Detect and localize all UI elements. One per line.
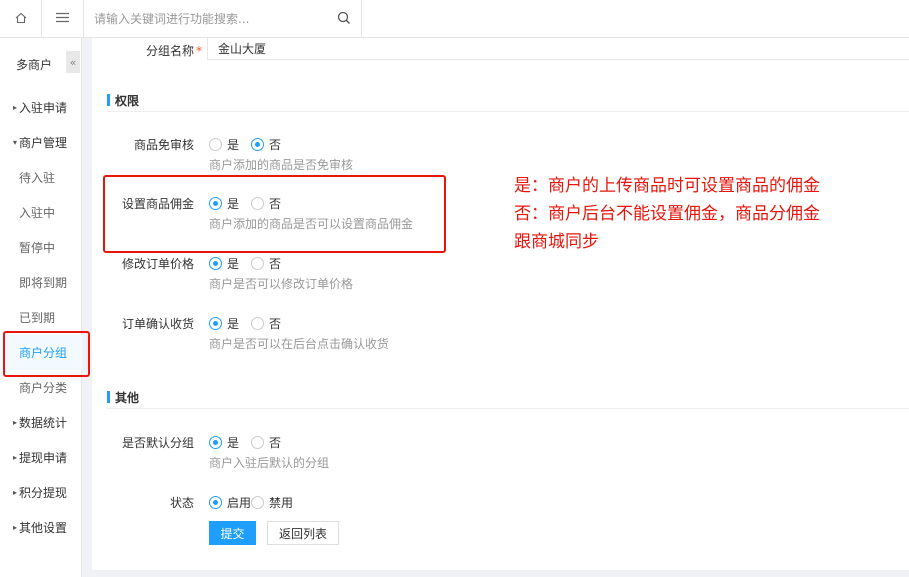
function-search	[84, 0, 362, 38]
sidebar-item-label: 数据统计	[19, 416, 68, 430]
radio-option-no[interactable]: 否	[251, 434, 281, 451]
sidebar-item[interactable]: ▾ 商户管理	[0, 125, 82, 160]
field-label: 修改订单价格	[121, 257, 194, 271]
radio-label: 否	[269, 257, 282, 271]
radio-label: 是	[227, 317, 240, 331]
section-marker	[107, 391, 110, 403]
sidebar-subitem-label: 商户分类	[19, 381, 68, 395]
highlight-merchant-group-menu	[3, 331, 90, 377]
radio-option-no[interactable]: 禁用	[251, 494, 293, 511]
annotation-line: 跟商城同步	[514, 232, 599, 252]
radio-label: 是	[227, 138, 240, 152]
caret-right-icon: ▸	[12, 418, 17, 427]
radio-option-no[interactable]: 否	[251, 255, 281, 272]
caret-right-icon: ▸	[12, 453, 17, 462]
sidebar-subitem-label: 即将到期	[19, 276, 68, 290]
section-other: 其他	[107, 389, 909, 409]
field-label: 是否默认分组	[121, 436, 194, 450]
sidebar-item-label: 积分提现	[19, 486, 68, 500]
section-title: 权限	[115, 94, 140, 108]
sidebar-item[interactable]: 已到期	[0, 300, 82, 335]
caret-right-icon: ▸	[12, 523, 17, 532]
sidebar: 多商户 « ▸ 入驻申请 ▾ 商户管理 待入驻 入驻中 暂停中 即将到期 已到期 商户分组 商户分类…	[0, 38, 82, 577]
sidebar-collapse-button[interactable]: «	[66, 51, 80, 73]
group-name-label: 分组名称 *	[145, 44, 202, 58]
home-button[interactable]	[0, 0, 42, 38]
sidebar-item-label: 提现申请	[19, 451, 68, 465]
sidebar-item[interactable]: ▸ 积分提现	[0, 475, 82, 510]
highlight-commission-field	[103, 175, 446, 253]
field-hint: 商户是否可以在后台点击确认收货	[209, 337, 390, 351]
field-label: 商品免审核	[133, 138, 194, 152]
radio-option-yes[interactable]: 启用	[209, 494, 251, 511]
radio-circle-icon	[209, 317, 222, 330]
hamburger-icon	[56, 12, 69, 26]
annotation-note: 是：商户的上传商品时可设置商品的佣金 否：商户后台不能设置佣金，商品分佣金 跟商…	[514, 172, 904, 256]
sidebar-item[interactable]: 即将到期	[0, 265, 82, 300]
section-permission: 权限	[107, 92, 909, 112]
radio-circle-icon	[251, 436, 264, 449]
radio-circle-icon	[209, 257, 222, 270]
radio-circle-icon	[251, 317, 264, 330]
annotation-line: 否：商户后台不能设置佣金，商品分佣金	[514, 204, 820, 224]
field-label: 订单确认收货	[121, 317, 194, 331]
sidebar-item[interactable]: ▸ 数据统计	[0, 405, 82, 440]
annotation-line: 是：商户的上传商品时可设置商品的佣金	[514, 176, 820, 196]
radio-option-no[interactable]: 否	[251, 315, 281, 332]
sidebar-item[interactable]: 待入驻	[0, 160, 82, 195]
sidebar-header: 多商户 «	[0, 38, 82, 88]
sidebar-item-label: 入驻申请	[19, 101, 68, 115]
radio-label: 否	[269, 138, 282, 152]
field-hint: 商户添加的商品是否免审核	[209, 158, 354, 172]
radio-label: 是	[227, 436, 240, 450]
radio-label: 禁用	[269, 496, 294, 510]
radio-label: 否	[269, 317, 282, 331]
sidebar-item[interactable]: ▸ 入驻申请	[0, 90, 82, 125]
radio-label: 启用	[227, 496, 252, 510]
field-label: 状态	[169, 496, 194, 510]
sidebar-subitem-label: 暂停中	[19, 241, 56, 255]
required-mark: *	[196, 44, 202, 58]
field-hint: 商户是否可以修改订单价格	[209, 277, 354, 291]
radio-label: 是	[227, 257, 240, 271]
search-icon[interactable]	[337, 11, 351, 28]
sidebar-subitem-label: 待入驻	[19, 171, 56, 185]
top-bar	[0, 0, 909, 38]
sidebar-item[interactable]: ▸ 提现申请	[0, 440, 82, 475]
sidebar-item-label: 其他设置	[19, 521, 68, 535]
radio-option-yes[interactable]: 是	[209, 255, 239, 272]
sidebar-item[interactable]: 暂停中	[0, 230, 82, 265]
field-hint: 商户入驻后默认的分组	[209, 456, 330, 470]
radio-circle-icon	[209, 138, 222, 151]
sidebar-item-label: 商户管理	[19, 136, 68, 150]
menu-toggle-button[interactable]	[42, 0, 84, 38]
radio-circle-icon	[251, 257, 264, 270]
back-to-list-button[interactable]: 返回列表	[267, 521, 339, 545]
form-panel: 分组名称 * 金山大厦 权限 其他 提交 返回列表 商品免审核是否商户添加的商品是…	[92, 38, 909, 570]
caret-down-icon: ▾	[12, 138, 17, 147]
sidebar-item[interactable]: ▸ 其他设置	[0, 510, 82, 545]
sidebar-item[interactable]: 入驻中	[0, 195, 82, 230]
search-input[interactable]	[94, 9, 324, 29]
sidebar-title: 多商户	[16, 58, 53, 72]
radio-option-yes[interactable]: 是	[209, 315, 239, 332]
caret-right-icon: ▸	[12, 103, 17, 112]
radio-label: 否	[269, 436, 282, 450]
submit-button[interactable]: 提交	[209, 521, 256, 545]
sidebar-subitem-label: 已到期	[19, 311, 56, 325]
group-name-input[interactable]: 金山大厦	[207, 38, 909, 60]
radio-option-yes[interactable]: 是	[209, 434, 239, 451]
section-marker	[107, 94, 110, 106]
radio-circle-icon	[209, 436, 222, 449]
radio-circle-icon	[209, 496, 222, 509]
caret-right-icon: ▸	[12, 488, 17, 497]
section-title: 其他	[115, 391, 140, 405]
radio-option-yes[interactable]: 是	[209, 136, 239, 153]
radio-circle-icon	[251, 496, 264, 509]
sidebar-subitem-label: 入驻中	[19, 206, 56, 220]
radio-circle-icon	[251, 138, 264, 151]
radio-option-no[interactable]: 否	[251, 136, 281, 153]
home-icon	[15, 12, 27, 27]
